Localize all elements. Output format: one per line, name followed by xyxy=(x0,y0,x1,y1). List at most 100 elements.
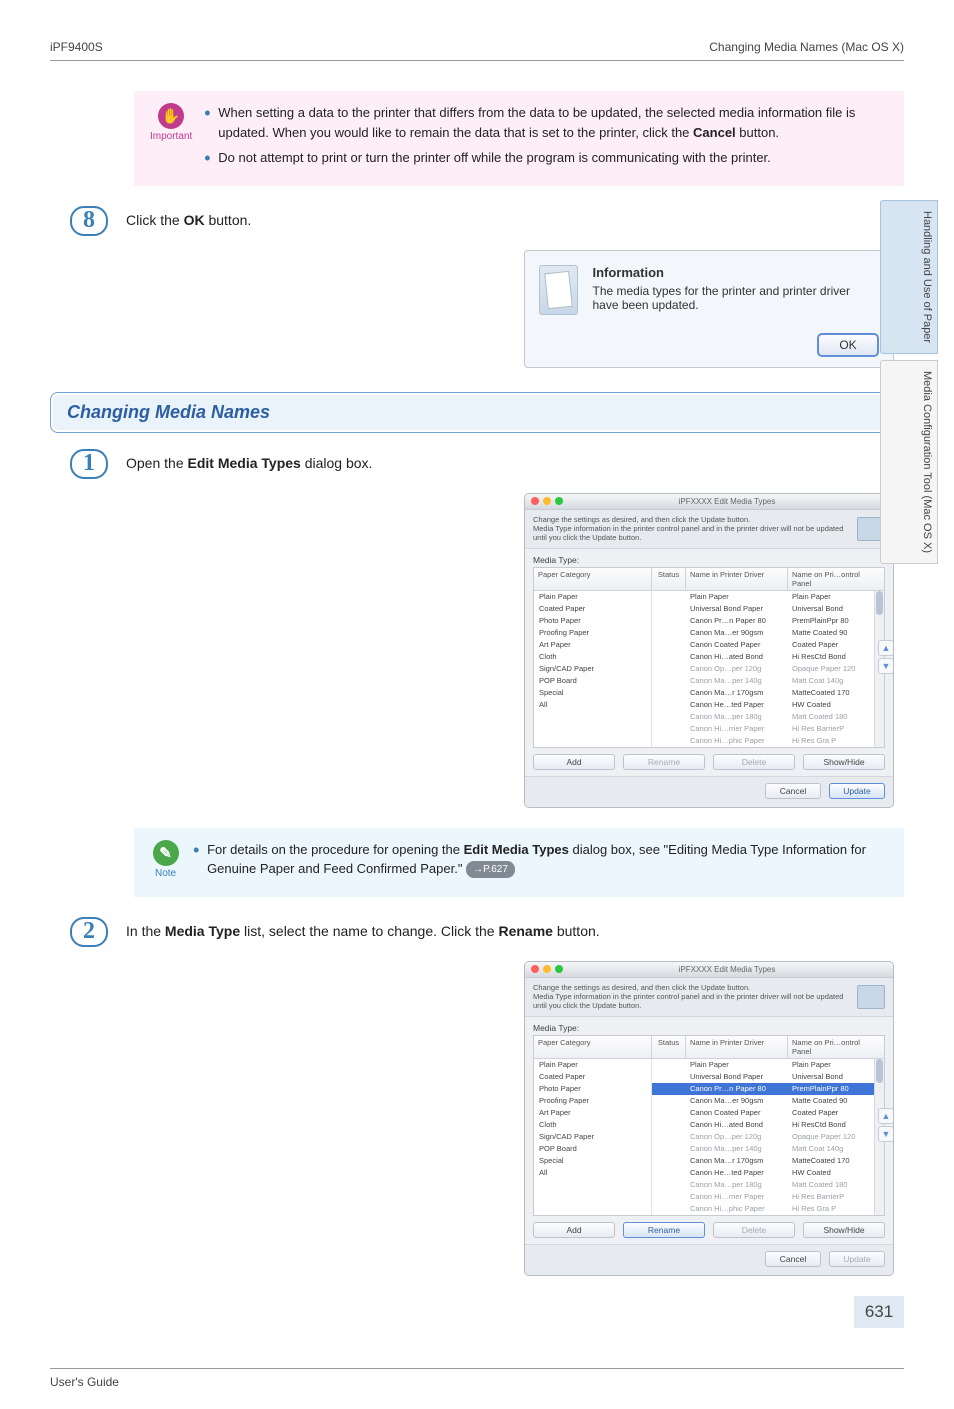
note-label: Note xyxy=(150,868,181,879)
paper-category-item[interactable]: All xyxy=(534,1167,651,1179)
info-message: The media types for the printer and prin… xyxy=(592,284,879,312)
info-title: Information xyxy=(592,265,879,280)
media-row[interactable]: Canon Ma…per 140g Matt Coat 140g xyxy=(652,1143,874,1155)
media-row[interactable]: Canon Hi…phic Paper Hi Res Gra P xyxy=(652,735,874,747)
media-row[interactable]: Canon Ma…r 170gsm MatteCoated 170 xyxy=(652,687,874,699)
paper-category-item[interactable]: Sign/CAD Paper xyxy=(534,663,651,675)
col-header-panel[interactable]: Name on Pri…ontrol Panel xyxy=(788,1036,884,1058)
col-header-driver[interactable]: Name in Printer Driver xyxy=(686,568,788,590)
paper-category-item[interactable]: POP Board xyxy=(534,1143,651,1155)
minimize-icon[interactable] xyxy=(543,497,551,505)
zoom-icon[interactable] xyxy=(555,497,563,505)
edit-media-types-dialog-1: iPFXXXX Edit Media Types Change the sett… xyxy=(524,493,894,808)
paper-category-item[interactable]: Art Paper xyxy=(534,639,651,651)
side-tab-mct[interactable]: Media Configuration Tool (Mac OS X) xyxy=(880,360,938,564)
update-button[interactable]: Update xyxy=(829,1251,885,1267)
media-row[interactable]: Plain Paper Plain Paper xyxy=(652,1059,874,1071)
media-row[interactable]: Canon Hi…ated Bond Hi ResCtd Bond xyxy=(652,1119,874,1131)
media-row[interactable]: Canon Ma…per 180g Matt Coated 180 xyxy=(652,1179,874,1191)
paper-category-item[interactable]: Proofing Paper xyxy=(534,627,651,639)
delete-button[interactable]: Delete xyxy=(713,754,795,770)
dialog-subhead: Change the settings as desired, and then… xyxy=(533,983,849,1011)
close-icon[interactable] xyxy=(531,965,539,973)
step-8-text: Click the OK button. xyxy=(126,206,904,231)
cancel-button[interactable]: Cancel xyxy=(765,783,821,799)
section-title: Changing Media Names xyxy=(53,395,901,430)
side-tabs: Handling and Use of Paper Media Configur… xyxy=(880,200,938,564)
media-row[interactable]: Canon Hi…ated Bond Hi ResCtd Bond xyxy=(652,651,874,663)
media-row[interactable]: Canon Ma…per 140g Matt Coat 140g xyxy=(652,675,874,687)
col-header-status[interactable]: Status xyxy=(652,1036,686,1058)
ok-button[interactable]: OK xyxy=(817,333,879,357)
media-row[interactable]: Canon He…ted Paper HW Coated xyxy=(652,1167,874,1179)
note-callout: ✎ Note For details on the procedure for … xyxy=(134,828,904,897)
information-dialog: Information The media types for the prin… xyxy=(524,250,894,368)
col-header-status[interactable]: Status xyxy=(652,568,686,590)
media-row[interactable]: Canon Ma…per 180g Matt Coated 180 xyxy=(652,711,874,723)
show-hide-button[interactable]: Show/Hide xyxy=(803,1222,885,1238)
media-row[interactable]: Universal Bond Paper Universal Bond xyxy=(652,1071,874,1083)
paper-category-item[interactable]: Photo Paper xyxy=(534,1083,651,1095)
delete-button[interactable]: Delete xyxy=(713,1222,795,1238)
move-up-button[interactable]: ▲ xyxy=(878,640,894,656)
paper-category-item[interactable]: Coated Paper xyxy=(534,603,651,615)
media-row[interactable]: Canon He…ted Paper HW Coated xyxy=(652,699,874,711)
media-row[interactable]: Canon Ma…r 170gsm MatteCoated 170 xyxy=(652,1155,874,1167)
header-left: iPF9400S xyxy=(50,40,103,54)
move-down-button[interactable]: ▼ xyxy=(878,1126,894,1142)
col-header-panel[interactable]: Name on Pri…ontrol Panel xyxy=(788,568,884,590)
media-row[interactable]: Canon Op…per 120g Opaque Paper 120 xyxy=(652,1131,874,1143)
col-header-category[interactable]: Paper Category xyxy=(534,1036,652,1058)
media-row[interactable]: Canon Hi…phic Paper Hi Res Gra P xyxy=(652,1203,874,1215)
media-row[interactable]: Plain Paper Plain Paper xyxy=(652,591,874,603)
col-header-driver[interactable]: Name in Printer Driver xyxy=(686,1036,788,1058)
media-row[interactable]: Canon Coated Paper Coated Paper xyxy=(652,639,874,651)
cancel-button[interactable]: Cancel xyxy=(765,1251,821,1267)
header-right: Changing Media Names (Mac OS X) xyxy=(709,40,904,54)
zoom-icon[interactable] xyxy=(555,965,563,973)
paper-category-item[interactable]: Special xyxy=(534,687,651,699)
paper-category-item[interactable]: Plain Paper xyxy=(534,591,651,603)
media-row[interactable]: Canon Ma…er 90gsm Matte Coated 90 xyxy=(652,1095,874,1107)
rename-button[interactable]: Rename xyxy=(623,1222,705,1238)
important-label: Important xyxy=(150,131,192,142)
paper-category-item[interactable]: Special xyxy=(534,1155,651,1167)
titlebar: iPFXXXX Edit Media Types xyxy=(525,494,893,510)
add-button[interactable]: Add xyxy=(533,754,615,770)
dialog-title: iPFXXXX Edit Media Types xyxy=(567,965,887,974)
media-row[interactable]: Canon Op…per 120g Opaque Paper 120 xyxy=(652,663,874,675)
page-ref[interactable]: →P.627 xyxy=(466,861,515,878)
media-row[interactable]: Canon Coated Paper Coated Paper xyxy=(652,1107,874,1119)
media-row[interactable]: Canon Hi…rrier Paper Hi Res BarrierP xyxy=(652,1191,874,1203)
rename-button[interactable]: Rename xyxy=(623,754,705,770)
media-row[interactable]: Canon Pr…n Paper 80 PremPlainPpr 80 xyxy=(652,615,874,627)
update-button[interactable]: Update xyxy=(829,783,885,799)
paper-category-item[interactable]: All xyxy=(534,699,651,711)
media-row[interactable]: Canon Hi…rrier Paper Hi Res BarrierP xyxy=(652,723,874,735)
col-header-category[interactable]: Paper Category xyxy=(534,568,652,590)
footer-left: User's Guide xyxy=(50,1375,119,1389)
paper-category-item[interactable]: Cloth xyxy=(534,651,651,663)
info-icon xyxy=(539,265,578,315)
paper-category-item[interactable]: Proofing Paper xyxy=(534,1095,651,1107)
paper-category-item[interactable]: Plain Paper xyxy=(534,1059,651,1071)
media-row[interactable]: Universal Bond Paper Universal Bond xyxy=(652,603,874,615)
close-icon[interactable] xyxy=(531,497,539,505)
show-hide-button[interactable]: Show/Hide xyxy=(803,754,885,770)
move-up-button[interactable]: ▲ xyxy=(878,1108,894,1124)
printer-icon xyxy=(857,985,885,1009)
paper-category-item[interactable]: Sign/CAD Paper xyxy=(534,1131,651,1143)
paper-category-item[interactable]: Coated Paper xyxy=(534,1071,651,1083)
paper-category-item[interactable]: POP Board xyxy=(534,675,651,687)
dialog-subhead: Change the settings as desired, and then… xyxy=(533,515,849,543)
move-down-button[interactable]: ▼ xyxy=(878,658,894,674)
minimize-icon[interactable] xyxy=(543,965,551,973)
paper-category-item[interactable]: Photo Paper xyxy=(534,615,651,627)
paper-category-item[interactable]: Cloth xyxy=(534,1119,651,1131)
note-icon: ✎ xyxy=(153,840,179,866)
paper-category-item[interactable]: Art Paper xyxy=(534,1107,651,1119)
media-row[interactable]: Canon Ma…er 90gsm Matte Coated 90 xyxy=(652,627,874,639)
media-row[interactable]: Canon Pr…n Paper 80 PremPlainPpr 80 xyxy=(652,1083,874,1095)
add-button[interactable]: Add xyxy=(533,1222,615,1238)
side-tab-handling[interactable]: Handling and Use of Paper xyxy=(880,200,938,354)
